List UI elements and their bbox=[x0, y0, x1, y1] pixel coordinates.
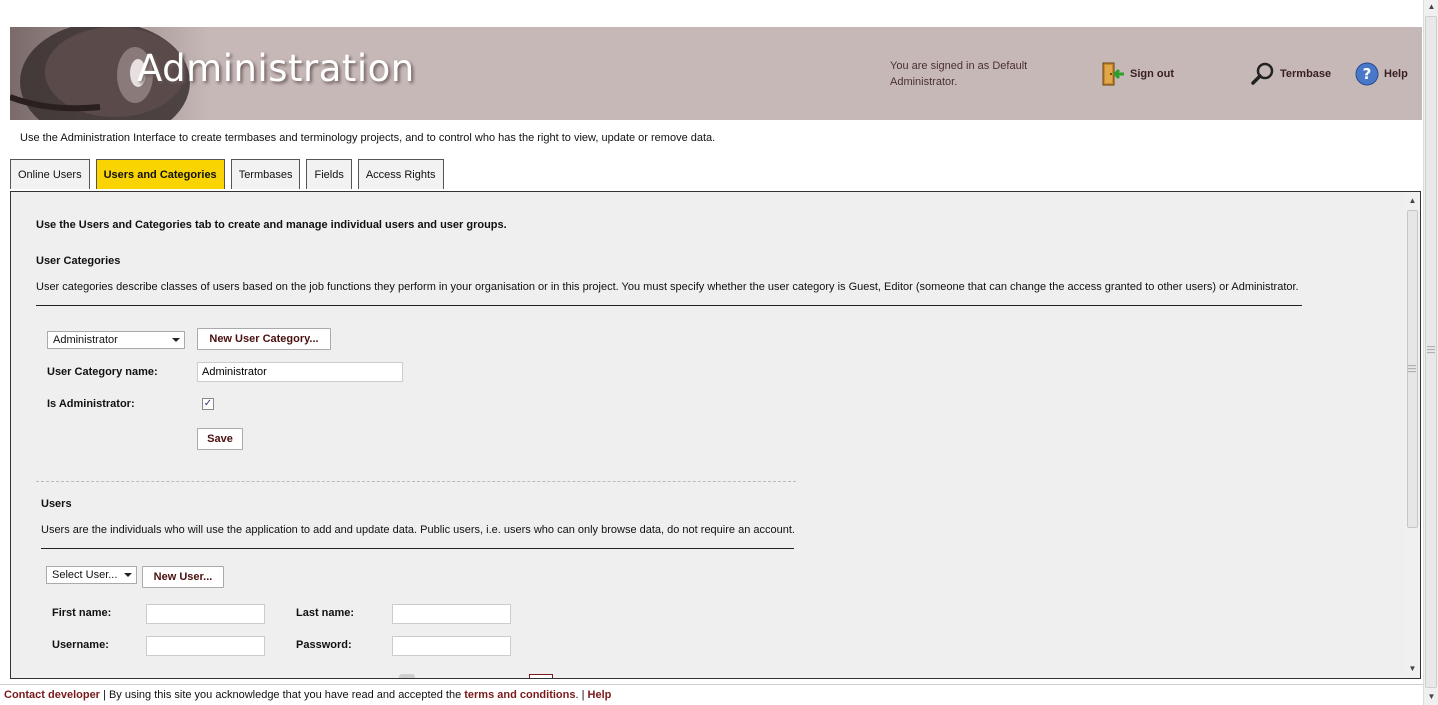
admin-tabs: Online Users Users and Categories Termba… bbox=[10, 159, 444, 189]
signed-in-text: You are signed in as Default Administrat… bbox=[890, 60, 1028, 88]
help-link[interactable]: ? Help bbox=[1354, 61, 1408, 87]
help-question-icon: ? bbox=[1355, 62, 1379, 86]
panel-lead: Use the Users and Categories tab to crea… bbox=[36, 219, 507, 231]
last-name-input[interactable] bbox=[392, 604, 511, 624]
chevron-down-icon bbox=[124, 573, 132, 577]
user-categories-description: User categories describe classes of user… bbox=[36, 281, 1299, 293]
intro-text: Use the Administration Interface to crea… bbox=[20, 132, 716, 144]
footer-help-link[interactable]: Help bbox=[588, 689, 612, 701]
users-heading: Users bbox=[41, 498, 72, 510]
user-categories-heading: User Categories bbox=[36, 255, 121, 267]
user-category-select[interactable]: Administrator bbox=[47, 331, 185, 349]
header-banner: Administration You are signed in as Defa… bbox=[10, 27, 1422, 120]
tab-termbases[interactable]: Termbases bbox=[230, 159, 301, 189]
new-user-button[interactable]: New User... bbox=[142, 566, 224, 588]
user-category-select-value: Administrator bbox=[53, 334, 118, 346]
user-category-name-input[interactable] bbox=[197, 362, 403, 382]
user-select-value: Select User... bbox=[52, 569, 118, 581]
scroll-down-icon[interactable]: ▼ bbox=[1424, 690, 1438, 704]
window-scrollbar[interactable]: ▲ — — — ▼ bbox=[1423, 0, 1438, 705]
contact-developer-link[interactable]: Contact developer bbox=[4, 689, 100, 701]
tab-panel: Use the Users and Categories tab to crea… bbox=[10, 191, 1421, 679]
door-exit-icon bbox=[1102, 62, 1124, 86]
sign-out-link[interactable]: Sign out bbox=[1100, 61, 1174, 87]
panel-scrollbar[interactable]: ▲ — — — ▼ bbox=[1405, 192, 1420, 678]
terms-link[interactable]: terms and conditions bbox=[464, 689, 575, 701]
user-category-name-label: User Category name: bbox=[47, 366, 158, 378]
termbase-link[interactable]: Termbase bbox=[1250, 61, 1331, 87]
tab-users-and-categories[interactable]: Users and Categories bbox=[95, 159, 225, 189]
svg-text:?: ? bbox=[1363, 65, 1372, 83]
grip-icon: — — — bbox=[1427, 342, 1435, 357]
tab-online-users[interactable]: Online Users bbox=[10, 159, 90, 189]
is-administrator-checkbox[interactable]: ✓ bbox=[202, 398, 214, 410]
footer-separator: . | bbox=[575, 689, 588, 701]
divider bbox=[41, 548, 794, 549]
tab-fields[interactable]: Fields bbox=[306, 159, 352, 189]
password-label: Password: bbox=[296, 639, 352, 651]
footer-separator: | bbox=[99, 689, 109, 701]
scroll-up-icon[interactable]: ▲ bbox=[1424, 0, 1438, 14]
last-name-label: Last name: bbox=[296, 607, 355, 619]
page-title: Administration bbox=[137, 47, 415, 90]
scroll-down-icon[interactable]: ▼ bbox=[1405, 662, 1420, 676]
help-label: Help bbox=[1384, 68, 1408, 80]
users-description: Users are the individuals who will use t… bbox=[41, 524, 795, 536]
username-label: Username: bbox=[52, 639, 109, 651]
user-select[interactable]: Select User... bbox=[46, 566, 137, 584]
first-name-label: First name: bbox=[52, 607, 112, 619]
termbase-label: Termbase bbox=[1280, 68, 1332, 80]
footer: Contact developer | By using this site y… bbox=[0, 684, 1423, 705]
new-user-category-button[interactable]: New User Category... bbox=[197, 328, 331, 350]
password-input[interactable] bbox=[392, 636, 511, 656]
magnifier-icon bbox=[1251, 62, 1274, 85]
sign-out-label: Sign out bbox=[1130, 68, 1174, 80]
grip-icon: — — — bbox=[1408, 361, 1416, 376]
username-input[interactable] bbox=[146, 636, 265, 656]
chevron-down-icon bbox=[172, 338, 180, 342]
save-button[interactable]: Save bbox=[197, 428, 243, 450]
is-administrator-label: Is Administrator: bbox=[47, 398, 135, 410]
partially-hidden-checkbox[interactable] bbox=[399, 674, 415, 678]
first-name-input[interactable] bbox=[146, 604, 265, 624]
tab-access-rights[interactable]: Access Rights bbox=[357, 159, 444, 189]
scroll-up-icon[interactable]: ▲ bbox=[1405, 194, 1420, 208]
section-divider bbox=[36, 481, 796, 482]
partially-hidden-button[interactable] bbox=[529, 674, 553, 678]
footer-text: By using this site you acknowledge that … bbox=[108, 689, 465, 701]
divider bbox=[36, 305, 1302, 306]
